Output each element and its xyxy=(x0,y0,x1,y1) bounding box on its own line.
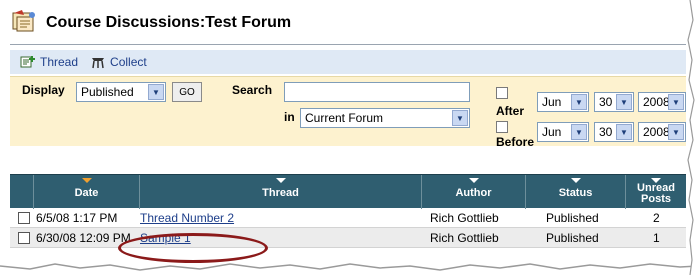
column-header-unread-posts[interactable]: Unread Posts xyxy=(626,175,686,209)
chevron-down-icon: ▼ xyxy=(668,94,684,110)
table-row: 6/5/08 1:17 PM Thread Number 2 Rich Gott… xyxy=(10,208,686,228)
row-author: Rich Gottlieb xyxy=(430,211,499,225)
collect-label: Collect xyxy=(110,55,147,69)
thread-link[interactable]: Thread Number 2 xyxy=(140,208,234,228)
after-label: After xyxy=(496,104,525,118)
filter-panel: Display Published ▼ GO Search in Current… xyxy=(10,76,686,149)
header-divider xyxy=(10,44,686,45)
column-header-date[interactable]: Date xyxy=(34,175,140,209)
add-thread-label: Thread xyxy=(40,55,79,69)
after-year-value: 2008 xyxy=(643,95,670,109)
before-label: Before xyxy=(496,135,535,149)
collect-button[interactable]: Collect xyxy=(90,55,147,69)
before-month-select[interactable]: Jun ▼ xyxy=(537,122,589,142)
sort-arrow-icon xyxy=(468,178,479,183)
after-year-select[interactable]: 2008 ▼ xyxy=(638,92,686,112)
before-year-value: 2008 xyxy=(643,125,670,139)
select-column-header xyxy=(10,175,34,209)
chevron-down-icon: ▼ xyxy=(452,110,468,126)
row-unread-count: 2 xyxy=(653,211,660,225)
after-month-value: Jun xyxy=(542,95,562,109)
search-label: Search xyxy=(232,83,273,97)
collect-icon xyxy=(92,58,105,69)
row-unread-count: 1 xyxy=(653,231,660,245)
discussion-board-icon xyxy=(10,9,38,37)
chevron-down-icon: ▼ xyxy=(616,94,632,110)
before-year-select[interactable]: 2008 ▼ xyxy=(638,122,686,142)
threads-table: Date Thread Author Status Unread Posts 6… xyxy=(10,174,686,248)
display-select[interactable]: Published ▼ xyxy=(76,82,166,102)
row-date: 6/5/08 1:17 PM xyxy=(36,211,118,225)
before-month-value: Jun xyxy=(542,125,562,139)
column-header-thread[interactable]: Thread xyxy=(140,175,422,209)
chevron-down-icon: ▼ xyxy=(571,94,587,110)
before-day-select[interactable]: 30 ▼ xyxy=(594,122,634,142)
display-select-value: Published xyxy=(81,85,134,99)
action-bar: Thread Collect xyxy=(10,50,686,74)
row-date: 6/30/08 12:09 PM xyxy=(36,231,131,245)
row-author: Rich Gottlieb xyxy=(430,231,499,245)
after-month-select[interactable]: Jun ▼ xyxy=(537,92,589,112)
add-thread-button[interactable]: Thread xyxy=(20,55,78,69)
page-header: Course Discussions:Test Forum xyxy=(10,6,291,40)
table-header: Date Thread Author Status Unread Posts xyxy=(10,174,686,209)
before-day-value: 30 xyxy=(599,125,613,139)
torn-edge-bottom xyxy=(0,263,698,275)
search-input[interactable] xyxy=(284,82,470,102)
row-checkbox[interactable] xyxy=(18,212,30,224)
scope-select-value: Current Forum xyxy=(305,111,384,125)
after-day-value: 30 xyxy=(599,95,613,109)
scope-select[interactable]: Current Forum ▼ xyxy=(300,108,470,128)
add-thread-icon xyxy=(20,56,35,68)
sort-arrow-icon xyxy=(81,178,92,183)
display-label: Display xyxy=(22,83,65,97)
row-status: Published xyxy=(546,211,599,225)
column-header-status[interactable]: Status xyxy=(526,175,626,209)
go-button[interactable]: GO xyxy=(172,82,202,102)
chevron-down-icon: ▼ xyxy=(571,124,587,140)
chevron-down-icon: ▼ xyxy=(668,124,684,140)
before-checkbox[interactable] xyxy=(496,121,508,133)
after-day-select[interactable]: 30 ▼ xyxy=(594,92,634,112)
chevron-down-icon: ▼ xyxy=(616,124,632,140)
table-row: 6/30/08 12:09 PM Sample 1 Rich Gottlieb … xyxy=(10,228,686,248)
row-checkbox[interactable] xyxy=(18,232,30,244)
sort-arrow-icon xyxy=(275,178,286,183)
sort-arrow-icon xyxy=(570,178,581,183)
torn-edge-right xyxy=(687,0,698,275)
chevron-down-icon: ▼ xyxy=(148,84,164,100)
page-title: Course Discussions:Test Forum xyxy=(46,14,292,31)
row-status: Published xyxy=(546,231,599,245)
in-label: in xyxy=(284,110,295,124)
column-header-author[interactable]: Author xyxy=(422,175,526,209)
after-checkbox[interactable] xyxy=(496,87,508,99)
highlight-oval xyxy=(118,233,268,263)
